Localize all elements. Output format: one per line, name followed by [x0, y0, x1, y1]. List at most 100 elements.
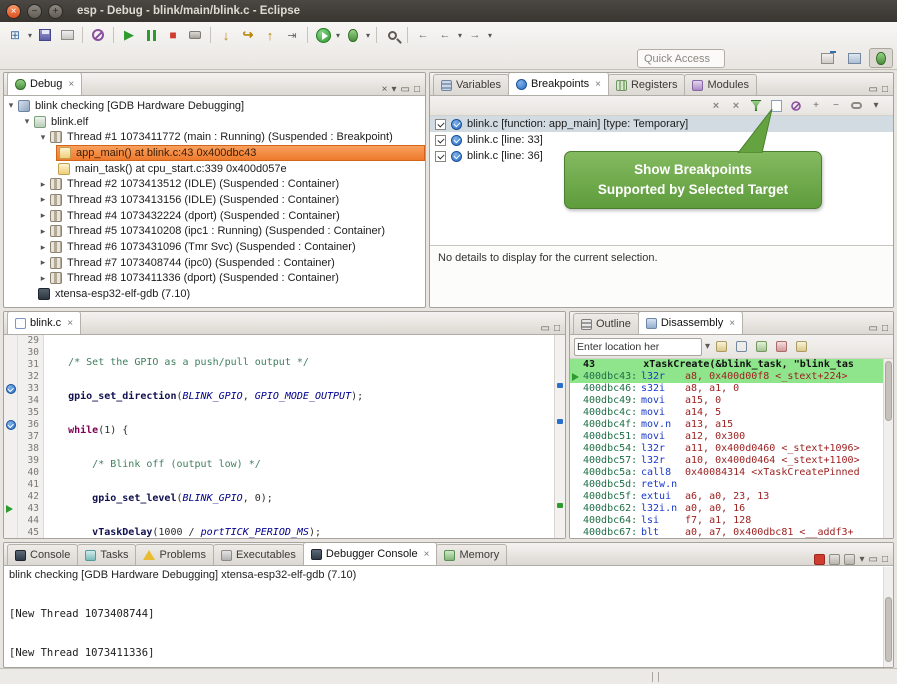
view-menu-button[interactable]: ▾	[867, 97, 885, 114]
maximize-icon[interactable]: □	[554, 323, 560, 334]
home-button[interactable]	[713, 338, 730, 355]
tab-breakpoints[interactable]: Breakpoints ×	[508, 72, 609, 95]
maximize-icon[interactable]: □	[882, 84, 888, 95]
breakpoint-marker-icon[interactable]	[6, 384, 16, 394]
minimize-icon[interactable]: ▭	[869, 554, 878, 565]
tab-outline[interactable]: Outline	[573, 313, 639, 334]
remove-all-terminated-icon[interactable]: ×	[382, 84, 388, 95]
collapse-arrow-icon[interactable]: ▸	[36, 179, 50, 190]
tab-disassembly[interactable]: Disassembly ×	[638, 311, 743, 334]
last-edit-location-button[interactable]: ←	[412, 25, 434, 45]
close-icon[interactable]: ×	[67, 318, 73, 329]
resize-handle[interactable]	[652, 672, 659, 682]
show-source-button[interactable]	[753, 338, 770, 355]
skip-all-breakpoints-button-view[interactable]	[787, 97, 805, 114]
disassembly-row[interactable]: 400dbc49:movia15, 0	[570, 395, 893, 407]
tab-executables[interactable]: Executables	[213, 544, 304, 565]
disconnect-button[interactable]	[184, 25, 206, 45]
forward-button[interactable]: →	[464, 25, 486, 45]
window-maximize-button[interactable]: +	[48, 4, 63, 19]
minimize-icon[interactable]: ▭	[401, 84, 410, 95]
tree-item-thread7[interactable]: ▸ Thread #7 1073408744 (ipc0) (Suspended…	[4, 255, 425, 271]
track-expression-button[interactable]	[773, 338, 790, 355]
selected-stack-frame[interactable]: app_main() at blink.c:43 0x400dbc43	[56, 145, 425, 161]
disassembly-row[interactable]: 400dbc57:l32ra10, 0x400d0464 <_stext+110…	[570, 455, 893, 467]
disassembly-source-line[interactable]: 43 xTaskCreate(&blink_task, "blink_tas	[570, 359, 893, 371]
skip-all-breakpoints-button[interactable]	[87, 25, 109, 45]
disassembly-row[interactable]: 400dbc5f:extuia6, a0, 23, 13	[570, 491, 893, 503]
terminate-console-icon[interactable]	[814, 554, 825, 565]
remove-breakpoint-button[interactable]: ×	[707, 97, 725, 114]
sync-button[interactable]	[793, 338, 810, 355]
collapse-arrow-icon[interactable]: ▸	[36, 194, 50, 205]
disassembly-row[interactable]: 400dbc64:lsif7, a1, 128	[570, 515, 893, 527]
maximize-icon[interactable]: □	[882, 323, 888, 334]
remove-launch-icon[interactable]	[829, 554, 840, 565]
open-perspective-button[interactable]	[815, 48, 839, 68]
tab-problems[interactable]: Problems	[135, 544, 213, 565]
pin-console-icon[interactable]	[844, 554, 855, 565]
disassembly-row[interactable]: 400dbc43:l32ra8, 0x400d00f8 <_stext+224>	[570, 371, 893, 383]
collapse-arrow-icon[interactable]: ▸	[36, 257, 50, 268]
tab-tasks[interactable]: Tasks	[77, 544, 136, 565]
console-scrollbar[interactable]	[883, 567, 893, 667]
breakpoint-overview-mark[interactable]	[557, 383, 563, 388]
refresh-button[interactable]	[733, 338, 750, 355]
tree-item-thread4[interactable]: ▸ Thread #4 1073432224 (dport) (Suspende…	[4, 208, 425, 224]
tab-registers[interactable]: Registers	[608, 74, 685, 95]
breakpoint-marker-icon[interactable]	[6, 420, 16, 430]
disassembly-row[interactable]: 400dbc4c:movia14, 5	[570, 407, 893, 419]
tab-console[interactable]: Console	[7, 544, 78, 565]
minimize-icon[interactable]: ▭	[869, 323, 878, 334]
window-close-button[interactable]: ×	[6, 4, 21, 19]
expand-arrow-icon[interactable]: ▾	[36, 132, 50, 143]
close-icon[interactable]: ×	[729, 318, 735, 329]
editor-body[interactable]: 2930 3132 3334 3536 3738 3940 4142 4344 …	[4, 335, 565, 538]
maximize-icon[interactable]: □	[882, 554, 888, 565]
resume-button[interactable]: ▶	[118, 25, 140, 45]
maximize-icon[interactable]: □	[414, 84, 420, 95]
step-into-button[interactable]: ↓	[215, 25, 237, 45]
tab-memory[interactable]: Memory	[436, 544, 507, 565]
expand-arrow-icon[interactable]: ▾	[4, 100, 18, 111]
disassembly-row[interactable]: 400dbc5d:retw.n	[570, 479, 893, 491]
code-area[interactable]: /* Set the GPIO as a push/pull output */…	[44, 335, 554, 538]
java-perspective-button[interactable]	[842, 48, 866, 68]
collapse-arrow-icon[interactable]: ▸	[36, 226, 50, 237]
collapse-arrow-icon[interactable]: ▸	[36, 210, 50, 221]
tree-item-thread5[interactable]: ▸ Thread #5 1073410208 (ipc1 : Running) …	[4, 224, 425, 240]
disassembly-row[interactable]: 400dbc67:blta0, a7, 0x400dbc81 <__addf3+	[570, 527, 893, 538]
disassembly-row[interactable]: 400dbc51:movia12, 0x300	[570, 431, 893, 443]
tree-item-thread2[interactable]: ▸ Thread #2 1073413512 (IDLE) (Suspended…	[4, 176, 425, 192]
tree-item-elf[interactable]: ▾ blink.elf	[4, 114, 425, 130]
save-button[interactable]	[34, 25, 56, 45]
print-button[interactable]	[56, 25, 78, 45]
close-icon[interactable]: ×	[595, 79, 601, 90]
disassembly-row[interactable]: 400dbc4f:mov.na13, a15	[570, 419, 893, 431]
search-button[interactable]	[381, 25, 403, 45]
terminate-button[interactable]: ■	[162, 25, 184, 45]
back-dropdown-icon[interactable]: ▾	[456, 31, 464, 40]
instruction-stepping-button[interactable]: ⇥	[281, 25, 303, 45]
breakpoint-checkbox[interactable]	[435, 135, 446, 146]
breakpoint-overview-mark[interactable]	[557, 419, 563, 424]
location-dropdown-icon[interactable]: ▾	[705, 341, 710, 352]
tree-item-thread6[interactable]: ▸ Thread #6 1073431096 (Tmr Svc) (Suspen…	[4, 239, 425, 255]
debug-button[interactable]	[342, 25, 364, 45]
run-button[interactable]	[312, 25, 334, 45]
collapse-arrow-icon[interactable]: ▸	[36, 273, 50, 284]
disassembly-scrollbar[interactable]	[883, 359, 893, 538]
close-icon[interactable]: ×	[68, 79, 74, 90]
close-icon[interactable]: ×	[424, 549, 430, 560]
disassembly-row[interactable]: 400dbc62:l32i.na0, a0, 16	[570, 503, 893, 515]
overview-ruler[interactable]	[554, 335, 565, 538]
expand-all-button[interactable]: +	[807, 97, 825, 114]
breakpoint-checkbox[interactable]	[435, 119, 446, 130]
breakpoint-checkbox[interactable]	[435, 151, 446, 162]
tab-blink-c[interactable]: blink.c ×	[7, 311, 81, 334]
tab-modules[interactable]: Modules	[684, 74, 757, 95]
tab-variables[interactable]: Variables	[433, 74, 509, 95]
quick-access-button[interactable]: Quick Access	[637, 49, 725, 68]
disassembly-row[interactable]: 400dbc5a:call80x40084314 <xTaskCreatePin…	[570, 467, 893, 479]
current-line-overview-mark[interactable]	[557, 503, 563, 508]
